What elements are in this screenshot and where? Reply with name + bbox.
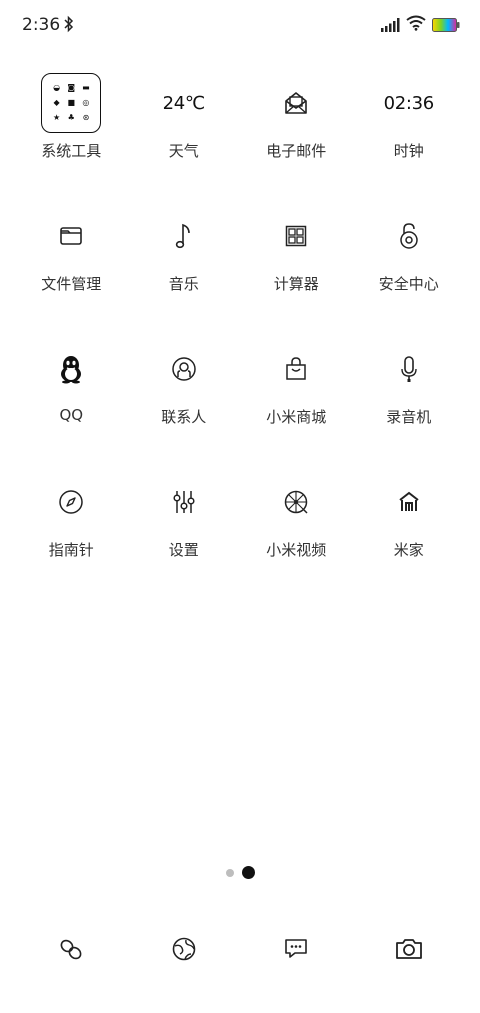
app-label: 联系人 <box>161 408 207 426</box>
security-lock-icon <box>400 223 418 249</box>
app-recorder[interactable]: 录音机 <box>353 336 466 469</box>
app-label: 米家 <box>393 541 424 559</box>
signal-icon <box>381 17 401 36</box>
status-bar: 2:36 <box>0 0 480 52</box>
bluetooth-icon <box>63 15 75 37</box>
app-music[interactable]: 音乐 <box>128 203 241 336</box>
app-email[interactable]: 电子邮件 <box>240 70 353 203</box>
app-row: ◒ ◙ ▬ ◆ ■ ◎ ★ ♣ ⊛ 系统工具 24℃ 天气 电子邮件 02:36… <box>15 70 465 203</box>
app-grid: ◒ ◙ ▬ ◆ ■ ◎ ★ ♣ ⊛ 系统工具 24℃ 天气 电子邮件 02:36… <box>15 70 465 602</box>
browser-globe-icon <box>172 937 196 961</box>
mijia-home-icon <box>399 491 419 511</box>
app-mi-video[interactable]: 小米视频 <box>240 469 353 602</box>
music-note-icon <box>175 223 190 249</box>
weather-temp: 24℃ <box>162 92 206 114</box>
app-row: QQ 联系人 小米商城 录音机 <box>15 336 465 469</box>
mail-icon <box>285 92 308 114</box>
folder-file-icon <box>60 227 83 245</box>
page-dot-1[interactable] <box>225 868 234 877</box>
battery-icon <box>432 17 460 36</box>
dock-messages[interactable] <box>240 925 353 973</box>
clock-time: 02:36 <box>383 92 435 114</box>
app-label: 电子邮件 <box>266 142 327 160</box>
folder-icon: ◒ ◙ ▬ ◆ ■ ◎ ★ ♣ ⊛ <box>41 73 102 133</box>
app-calculator[interactable]: 计算器 <box>240 203 353 336</box>
compass-icon <box>59 490 83 514</box>
messages-icon <box>285 939 308 958</box>
dock <box>15 925 465 973</box>
app-qq[interactable]: QQ <box>15 336 128 469</box>
app-label: 设置 <box>168 541 199 559</box>
phone-icon <box>60 939 82 960</box>
contacts-icon <box>172 357 196 381</box>
app-label: 时钟 <box>393 142 424 160</box>
app-label: 文件管理 <box>41 275 102 293</box>
settings-sliders-icon <box>173 491 195 513</box>
qq-penguin-icon <box>61 356 82 384</box>
page-dot-2-active[interactable] <box>241 866 255 879</box>
app-mijia[interactable]: 米家 <box>353 469 466 602</box>
app-compass[interactable]: 指南针 <box>15 469 128 602</box>
app-security-center[interactable]: 安全中心 <box>353 203 466 336</box>
app-file-manager[interactable]: 文件管理 <box>15 203 128 336</box>
app-row: 文件管理 音乐 计算器 安全中心 <box>15 203 465 336</box>
app-weather[interactable]: 24℃ 天气 <box>128 70 241 203</box>
app-mi-store[interactable]: 小米商城 <box>240 336 353 469</box>
app-label: 录音机 <box>386 408 432 426</box>
camera-icon <box>395 939 422 959</box>
app-label: 指南针 <box>48 541 94 559</box>
app-label: 系统工具 <box>41 142 102 160</box>
microphone-icon <box>401 356 417 382</box>
page-indicator <box>0 866 480 879</box>
app-label: 小米视频 <box>266 541 327 559</box>
video-reel-icon <box>285 490 308 514</box>
app-clock[interactable]: 02:36 时钟 <box>353 70 466 203</box>
app-label: QQ <box>59 406 84 424</box>
app-label: 安全中心 <box>378 275 439 293</box>
app-label: 音乐 <box>168 275 199 293</box>
dock-phone[interactable] <box>15 925 128 973</box>
app-label: 小米商城 <box>266 408 327 426</box>
shopping-bag-icon <box>286 357 306 380</box>
app-label: 天气 <box>168 142 199 160</box>
calculator-icon <box>286 225 307 247</box>
dock-browser[interactable] <box>128 925 241 973</box>
status-time: 2:36 <box>22 15 61 35</box>
app-contacts[interactable]: 联系人 <box>128 336 241 469</box>
app-label: 计算器 <box>273 275 319 293</box>
app-system-tools-folder[interactable]: ◒ ◙ ▬ ◆ ■ ◎ ★ ♣ ⊛ 系统工具 <box>15 70 128 203</box>
wifi-icon <box>406 15 426 35</box>
dock-camera[interactable] <box>353 925 466 973</box>
app-settings[interactable]: 设置 <box>128 469 241 602</box>
app-row: 指南针 设置 小米视频 米家 <box>15 469 465 602</box>
